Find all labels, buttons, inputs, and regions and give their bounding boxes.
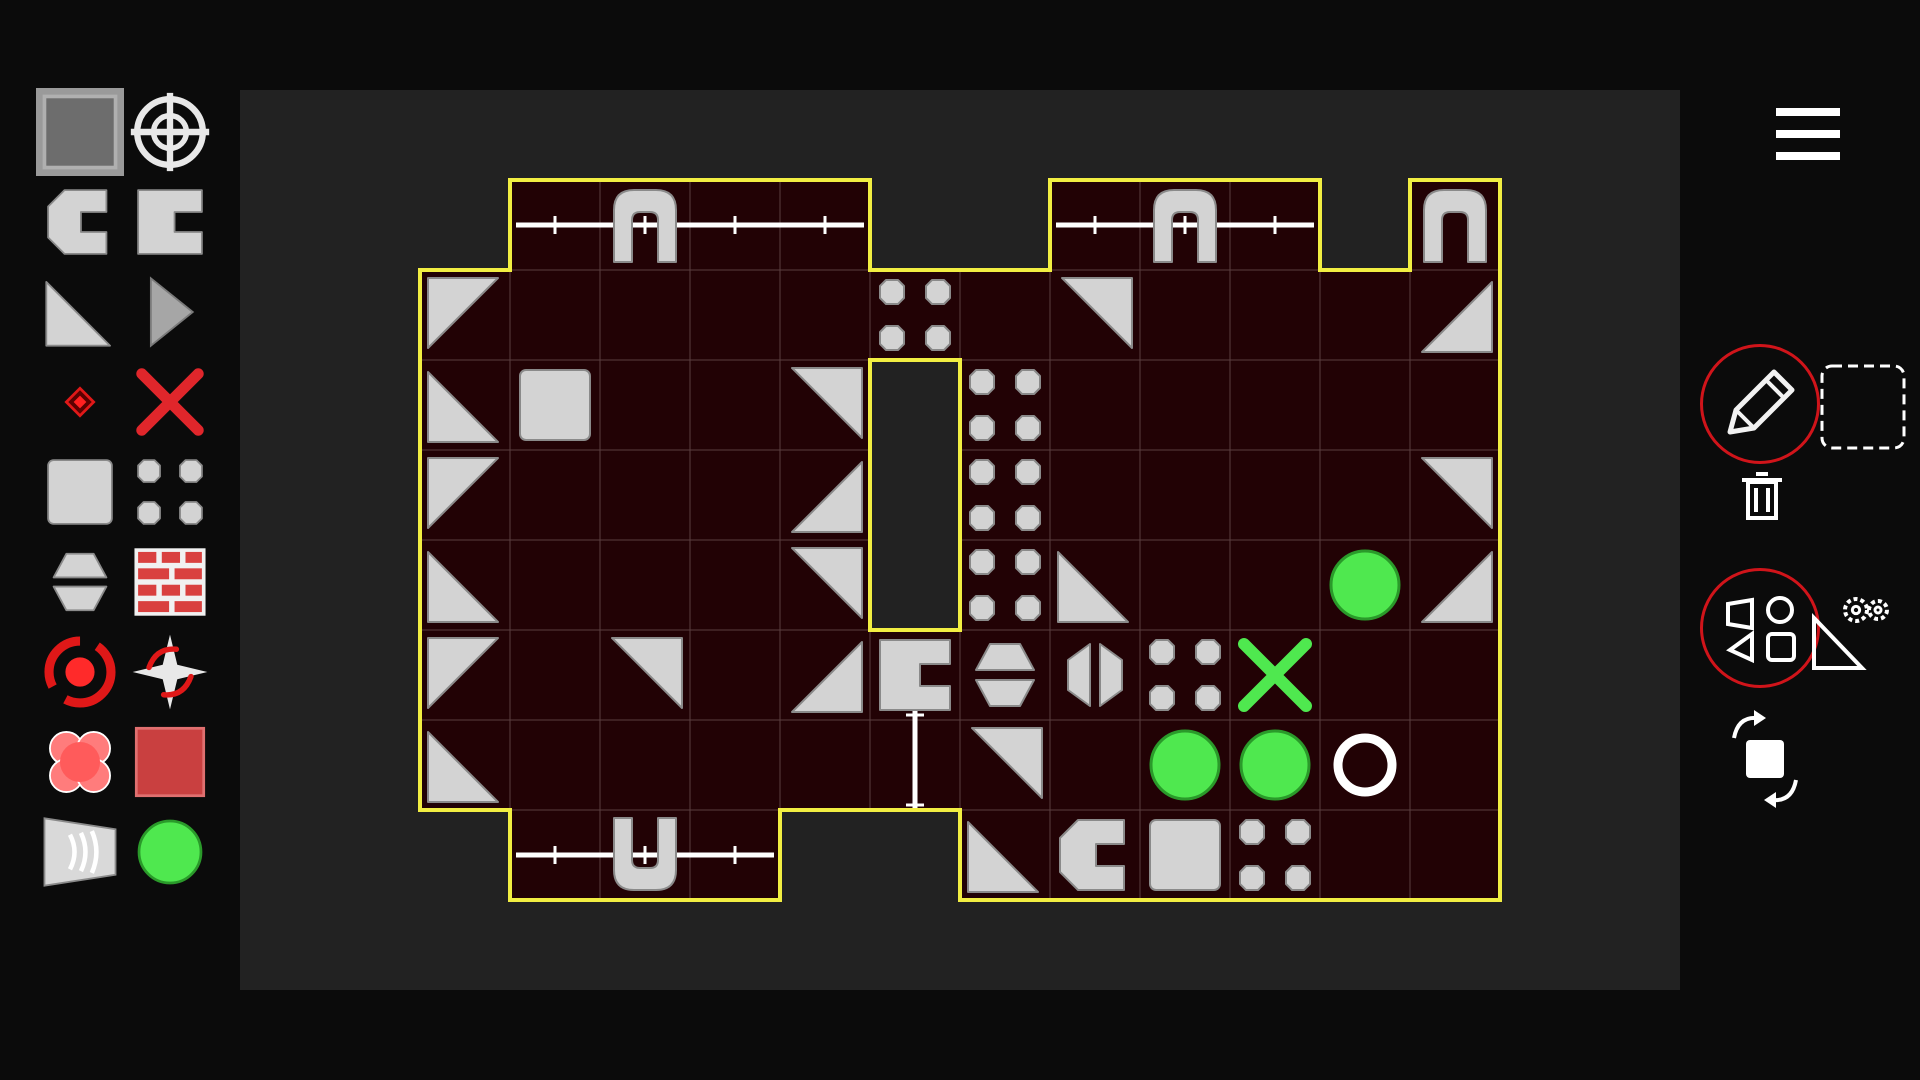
board-cell[interactable]	[509, 719, 601, 811]
tile-palette	[36, 88, 220, 898]
floor-tile-icon	[42, 94, 118, 170]
board-cell[interactable]	[1049, 629, 1141, 721]
board-cell[interactable]	[1319, 269, 1411, 361]
palette-item-bracket-block[interactable]	[126, 178, 214, 266]
split-block-icon	[137, 459, 203, 525]
square-block[interactable]	[1149, 819, 1221, 891]
palette-item-spinner-star[interactable]	[126, 628, 214, 716]
brick-wall-icon	[134, 548, 206, 616]
board-cell[interactable]	[1229, 269, 1321, 361]
editor-toolbar	[1700, 90, 1920, 990]
board-cell[interactable]	[1049, 449, 1141, 541]
green-ball[interactable]	[1149, 729, 1221, 801]
board-cell[interactable]	[1229, 539, 1321, 631]
board-cell[interactable]	[1409, 629, 1501, 721]
board-cell[interactable]	[509, 449, 601, 541]
palette-item-square-block[interactable]	[36, 448, 124, 536]
c-block-icon	[47, 189, 108, 255]
board-cell[interactable]	[1319, 809, 1411, 901]
speaker-block-icon	[43, 817, 117, 887]
board-cell[interactable]	[1139, 539, 1231, 631]
board-cell[interactable]	[599, 269, 691, 361]
palette-item-green-ball[interactable]	[126, 808, 214, 896]
red-x-icon	[136, 368, 204, 436]
board-cell[interactable]	[1049, 359, 1141, 451]
board-cell[interactable]	[599, 449, 691, 541]
board-cell[interactable]	[509, 539, 601, 631]
board-cell[interactable]	[1229, 449, 1321, 541]
red-diamond-icon	[64, 386, 96, 418]
pencil-icon	[1727, 369, 1795, 435]
arrow-tip-block-icon	[149, 276, 195, 348]
board-cell[interactable]	[1409, 809, 1501, 901]
red-square-icon	[134, 726, 206, 798]
red-rotator-icon	[44, 636, 116, 708]
palette-item-hourglass-block[interactable]	[36, 538, 124, 626]
board-cell[interactable]	[1049, 719, 1141, 811]
board-cell[interactable]	[689, 269, 781, 361]
delete-button[interactable]	[1734, 468, 1790, 524]
board-cell[interactable]	[689, 629, 781, 721]
shape-settings-button[interactable]	[1810, 588, 1894, 672]
board-cell[interactable]	[599, 539, 691, 631]
board-cell[interactable]	[689, 359, 781, 451]
palette-item-c-block[interactable]	[36, 178, 124, 266]
palette-item-red-cluster[interactable]	[36, 718, 124, 806]
shapes-icon	[1726, 596, 1796, 664]
palette-item-speaker-block[interactable]	[36, 808, 124, 896]
board-cell[interactable]	[1319, 629, 1411, 721]
gear-triangle-icon	[1812, 597, 1889, 670]
selection-tool-button[interactable]	[1818, 362, 1908, 452]
rotate-icon	[1732, 710, 1798, 808]
board-cell[interactable]	[599, 359, 691, 451]
hourglass-block-icon	[52, 552, 108, 612]
shapes-tool-button[interactable]	[1700, 568, 1820, 688]
pencil-tool-button[interactable]	[1700, 344, 1820, 464]
palette-item-red-x[interactable]	[126, 358, 214, 446]
board-cell[interactable]	[779, 719, 871, 811]
board-cell[interactable]	[689, 539, 781, 631]
palette-item-brick-wall[interactable]	[126, 538, 214, 626]
palette-item-floor-tile[interactable]	[36, 88, 124, 176]
palette-item-red-square[interactable]	[126, 718, 214, 806]
board-cell[interactable]	[1409, 719, 1501, 811]
level-board-area	[240, 90, 1680, 990]
menu-button[interactable]	[1770, 100, 1850, 160]
board-cell[interactable]	[959, 269, 1051, 361]
green-ball[interactable]	[1239, 729, 1311, 801]
board-cell[interactable]	[689, 719, 781, 811]
green-ball-icon	[137, 819, 203, 885]
board-cell[interactable]	[689, 449, 781, 541]
trash-icon	[1742, 472, 1782, 520]
bracket-block-icon	[137, 189, 203, 255]
square-block[interactable]	[519, 369, 591, 441]
crosshair-target-icon	[130, 92, 210, 172]
hamburger-menu-icon	[1776, 108, 1840, 160]
board-cell[interactable]	[1139, 359, 1231, 451]
board-cell[interactable]	[779, 269, 871, 361]
board-cell[interactable]	[1319, 449, 1411, 541]
palette-item-split-block[interactable]	[126, 448, 214, 536]
spinner-star-icon	[132, 634, 208, 710]
board-cell[interactable]	[1139, 449, 1231, 541]
board-cell[interactable]	[509, 269, 601, 361]
triangle-block-icon	[45, 281, 111, 347]
palette-item-crosshair-target[interactable]	[126, 88, 214, 176]
board-cell[interactable]	[1229, 359, 1321, 451]
board-cell[interactable]	[1139, 269, 1231, 361]
rotate-button[interactable]	[1720, 708, 1810, 808]
square-block-icon	[47, 459, 113, 525]
green-ball[interactable]	[1329, 549, 1401, 621]
palette-item-triangle-block[interactable]	[36, 268, 124, 356]
level-board[interactable]	[240, 90, 1680, 990]
board-cell[interactable]	[1319, 359, 1411, 451]
board-cell[interactable]	[599, 719, 691, 811]
board-cell[interactable]	[509, 629, 601, 721]
dashed-selection-icon	[1820, 364, 1906, 450]
palette-item-arrow-tip-block[interactable]	[126, 268, 214, 356]
palette-item-red-rotator[interactable]	[36, 628, 124, 716]
palette-item-red-diamond[interactable]	[36, 358, 124, 446]
red-cluster-icon	[49, 731, 111, 793]
board-cell[interactable]	[1409, 359, 1501, 451]
